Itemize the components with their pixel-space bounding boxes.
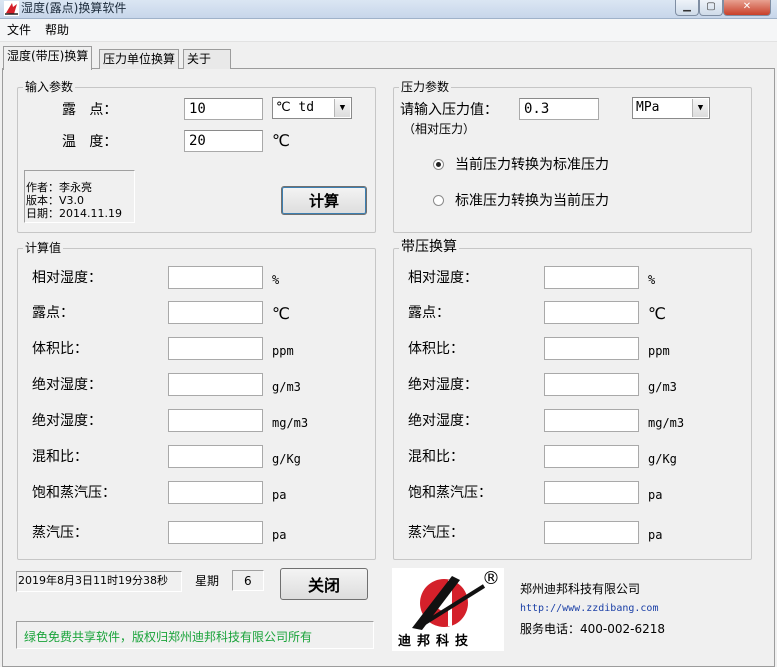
company-website[interactable]: http://www.zzdibang.com [520,603,658,614]
minimize-button[interactable]: ▁ [675,0,699,16]
dewpoint-label: 露 点： [62,102,118,118]
registered-mark: ® [482,568,500,589]
calc-row-unit: ppm [272,344,294,358]
pressure-params-title: 压力参数 [399,80,452,94]
pressure-input-label: 请输入压力值： [400,102,498,118]
tab-pressure-unit[interactable]: 压力单位换算 [99,49,180,69]
calc-row-label: 蒸汽压： [32,525,88,541]
dewpoint-unit-value: ℃ td [276,100,315,115]
company-name: 郑州迪邦科技有限公司 [520,582,641,596]
pressure-row-label: 饱和蒸汽压： [408,485,492,501]
pressure-row-unit: g/m3 [648,380,677,394]
calc-row-unit: pa [272,528,287,542]
calc-row-label: 绝对湿度： [32,413,102,429]
pressure-unit-value: MPa [636,100,660,115]
calc-row-value-box[interactable] [168,481,263,504]
temp-input[interactable] [184,130,263,152]
pressure-row-unit: g/Kg [648,452,677,466]
temp-unit: ℃ [272,131,290,150]
calc-row-unit: ℃ [272,304,290,323]
calc-row-unit: g/Kg [272,452,301,466]
app-icon [4,1,19,16]
version-line: 版本：V3.0 [26,194,85,207]
calc-row-value-box[interactable] [168,301,263,324]
datetime-text: 2019年8月3日11时19分38秒 [18,574,168,587]
close-button[interactable]: 关闭 [280,568,368,600]
calc-row-unit: mg/m3 [272,416,309,430]
pressure-calc-group [393,248,752,560]
pressure-row-unit: ℃ [648,304,666,323]
pressure-unit-select[interactable]: MPa ▼ [632,97,710,119]
radio-current-to-standard[interactable] [433,159,444,170]
calc-row-value-box[interactable] [168,337,263,360]
pressure-row-value-box[interactable] [544,373,639,396]
pressure-row-value-box[interactable] [544,521,639,544]
pressure-row-label: 相对湿度： [408,270,478,286]
calc-row-value-box[interactable] [168,445,263,468]
pressure-calc-title: 带压换算 [399,239,459,256]
pressure-row-unit: ppm [648,344,670,358]
pressure-row-label: 绝对湿度： [408,413,478,429]
window-title: 湿度(露点)换算软件 [21,1,127,15]
author-line: 作者：李永亮 [26,181,92,194]
radio-standard-to-current[interactable] [433,195,444,206]
calc-row-label: 混和比： [32,449,88,465]
menu-file[interactable]: 文件 [7,22,31,38]
calc-row-label: 相对湿度： [32,270,102,286]
calc-row-label: 露点： [32,305,74,321]
temp-label: 温 度： [62,134,118,150]
option-standard-to-current[interactable]: 标准压力转换为当前压力 [455,192,609,210]
weekday-label: 星期 [195,574,220,588]
weekday-value: 6 [244,574,252,588]
pressure-row-value-box[interactable] [544,445,639,468]
pressure-row-unit: pa [648,488,663,502]
menu-bar [0,19,777,42]
pressure-row-unit: mg/m3 [648,416,685,430]
maximize-button[interactable]: ▢ [699,0,723,16]
chevron-down-icon[interactable]: ▼ [692,99,708,117]
date-line: 日期：2014.11.19 [26,207,122,220]
pressure-row-value-box[interactable] [544,301,639,324]
pressure-row-label: 蒸汽压： [408,525,464,541]
calc-row-label: 体积比： [32,341,88,357]
pressure-row-value-box[interactable] [544,481,639,504]
calc-row-unit: pa [272,488,287,502]
input-params-title: 输入参数 [23,80,76,94]
pressure-row-label: 露点： [408,305,450,321]
pressure-row-unit: % [648,273,656,287]
pressure-row-value-box[interactable] [544,409,639,432]
dewpoint-input[interactable] [184,98,263,120]
calc-row-unit: g/m3 [272,380,301,394]
pressure-row-value-box[interactable] [544,266,639,289]
calc-row-label: 饱和蒸汽压： [32,485,116,501]
pressure-row-value-box[interactable] [544,337,639,360]
close-window-button[interactable]: ✕ [723,0,771,16]
free-notice: 绿色免费共享软件，版权归郑州迪邦科技有限公司所有 [24,630,313,644]
relative-pressure-note: （相对压力） [403,122,476,136]
dewpoint-unit-select[interactable]: ℃ td ▼ [272,97,352,119]
menu-help[interactable]: 帮助 [45,22,69,38]
calc-row-unit: % [272,273,280,287]
tab-about[interactable]: 关于 [183,49,231,69]
pressure-row-label: 混和比： [408,449,464,465]
calc-row-value-box[interactable] [168,266,263,289]
calc-row-value-box[interactable] [168,521,263,544]
pressure-input[interactable] [519,98,599,120]
calc-values-title: 计算值 [23,241,64,255]
tab-humidity-calc[interactable]: 湿度(带压)换算 [3,46,93,70]
calc-values-group [17,248,376,560]
calculate-button[interactable]: 计算 [281,186,367,215]
option-current-to-standard[interactable]: 当前压力转换为标准压力 [455,156,609,174]
logo-text: 迪邦科技 [398,634,475,649]
calc-row-value-box[interactable] [168,373,263,396]
pressure-row-label: 绝对湿度： [408,377,478,393]
service-phone: 服务电话：400-002-6218 [520,622,666,636]
pressure-row-label: 体积比： [408,341,464,357]
pressure-row-unit: pa [648,528,663,542]
calc-row-label: 绝对湿度： [32,377,102,393]
chevron-down-icon[interactable]: ▼ [334,99,350,117]
calc-row-value-box[interactable] [168,409,263,432]
